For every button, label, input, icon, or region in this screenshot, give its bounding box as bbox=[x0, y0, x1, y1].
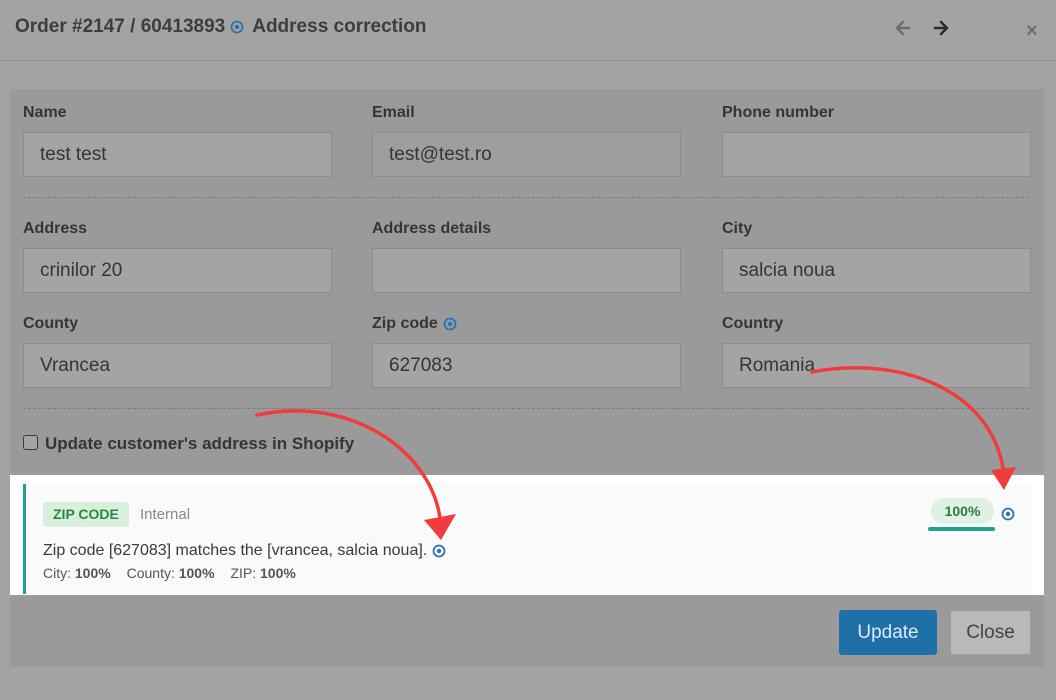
form-divider bbox=[23, 408, 1029, 409]
update-shopify-row[interactable]: Update customer's address in Shopify bbox=[23, 434, 354, 454]
match-message: Zip code [627083] matches the [vrancea, … bbox=[43, 542, 446, 560]
info-icon[interactable] bbox=[230, 20, 244, 34]
zip-label: Zip code bbox=[372, 315, 457, 333]
city-label: City bbox=[722, 220, 753, 237]
name-label: Name bbox=[23, 104, 67, 121]
phone-field[interactable] bbox=[722, 132, 1031, 177]
address-details-field[interactable] bbox=[372, 248, 681, 293]
order-title: Order #2147 / 60413893 bbox=[15, 16, 226, 37]
info-icon[interactable] bbox=[443, 317, 457, 331]
country-field[interactable]: Romania bbox=[722, 343, 1031, 388]
email-field[interactable]: test@test.ro bbox=[372, 132, 681, 177]
address-field[interactable]: crinilor 20 bbox=[23, 248, 332, 293]
email-label: Email bbox=[372, 104, 415, 121]
name-field[interactable]: test test bbox=[23, 132, 332, 177]
update-shopify-checkbox[interactable] bbox=[23, 434, 38, 450]
zip-field[interactable]: 627083 bbox=[372, 343, 681, 388]
info-icon[interactable] bbox=[432, 544, 446, 558]
zip-code-badge: ZIP CODE bbox=[43, 502, 129, 527]
match-message-text: Zip code [627083] matches the [vrancea, … bbox=[43, 542, 428, 559]
modal-title: Order #2147 / 60413893 Address correctio… bbox=[15, 16, 426, 38]
modal-subtitle: Address correction bbox=[252, 16, 427, 37]
city-score-label: City: bbox=[43, 565, 71, 581]
zip-label-text: Zip code bbox=[372, 315, 438, 332]
address-details-label: Address details bbox=[372, 220, 492, 237]
confidence-bar bbox=[928, 527, 995, 531]
close-button[interactable]: Close bbox=[950, 610, 1031, 655]
update-button[interactable]: Update bbox=[839, 610, 937, 655]
modal-header: Order #2147 / 60413893 Address correctio… bbox=[0, 0, 1056, 61]
arrow-left-icon[interactable] bbox=[893, 18, 913, 38]
close-icon[interactable]: × bbox=[1026, 21, 1038, 41]
arrow-right-icon[interactable] bbox=[931, 18, 951, 38]
country-label: Country bbox=[722, 315, 784, 332]
county-field[interactable]: Vrancea bbox=[23, 343, 332, 388]
zip-score-value: 100% bbox=[260, 565, 296, 581]
phone-label: Phone number bbox=[722, 104, 835, 121]
address-label: Address bbox=[23, 220, 88, 237]
form-divider bbox=[23, 197, 1029, 198]
match-scores: City: 100% County: 100% ZIP: 100% bbox=[43, 565, 296, 581]
county-score-value: 100% bbox=[178, 565, 215, 581]
confidence-badge: 100% bbox=[931, 498, 994, 524]
county-score-label: County: bbox=[126, 565, 175, 581]
info-icon[interactable] bbox=[1001, 507, 1015, 521]
county-label: County bbox=[23, 315, 79, 332]
update-shopify-label: Update customer's address in Shopify bbox=[45, 434, 355, 453]
result-source: Internal bbox=[140, 506, 191, 523]
city-field[interactable]: salcia noua bbox=[722, 248, 1031, 293]
zip-score-label: ZIP: bbox=[230, 565, 257, 581]
city-score-value: 100% bbox=[74, 565, 111, 581]
